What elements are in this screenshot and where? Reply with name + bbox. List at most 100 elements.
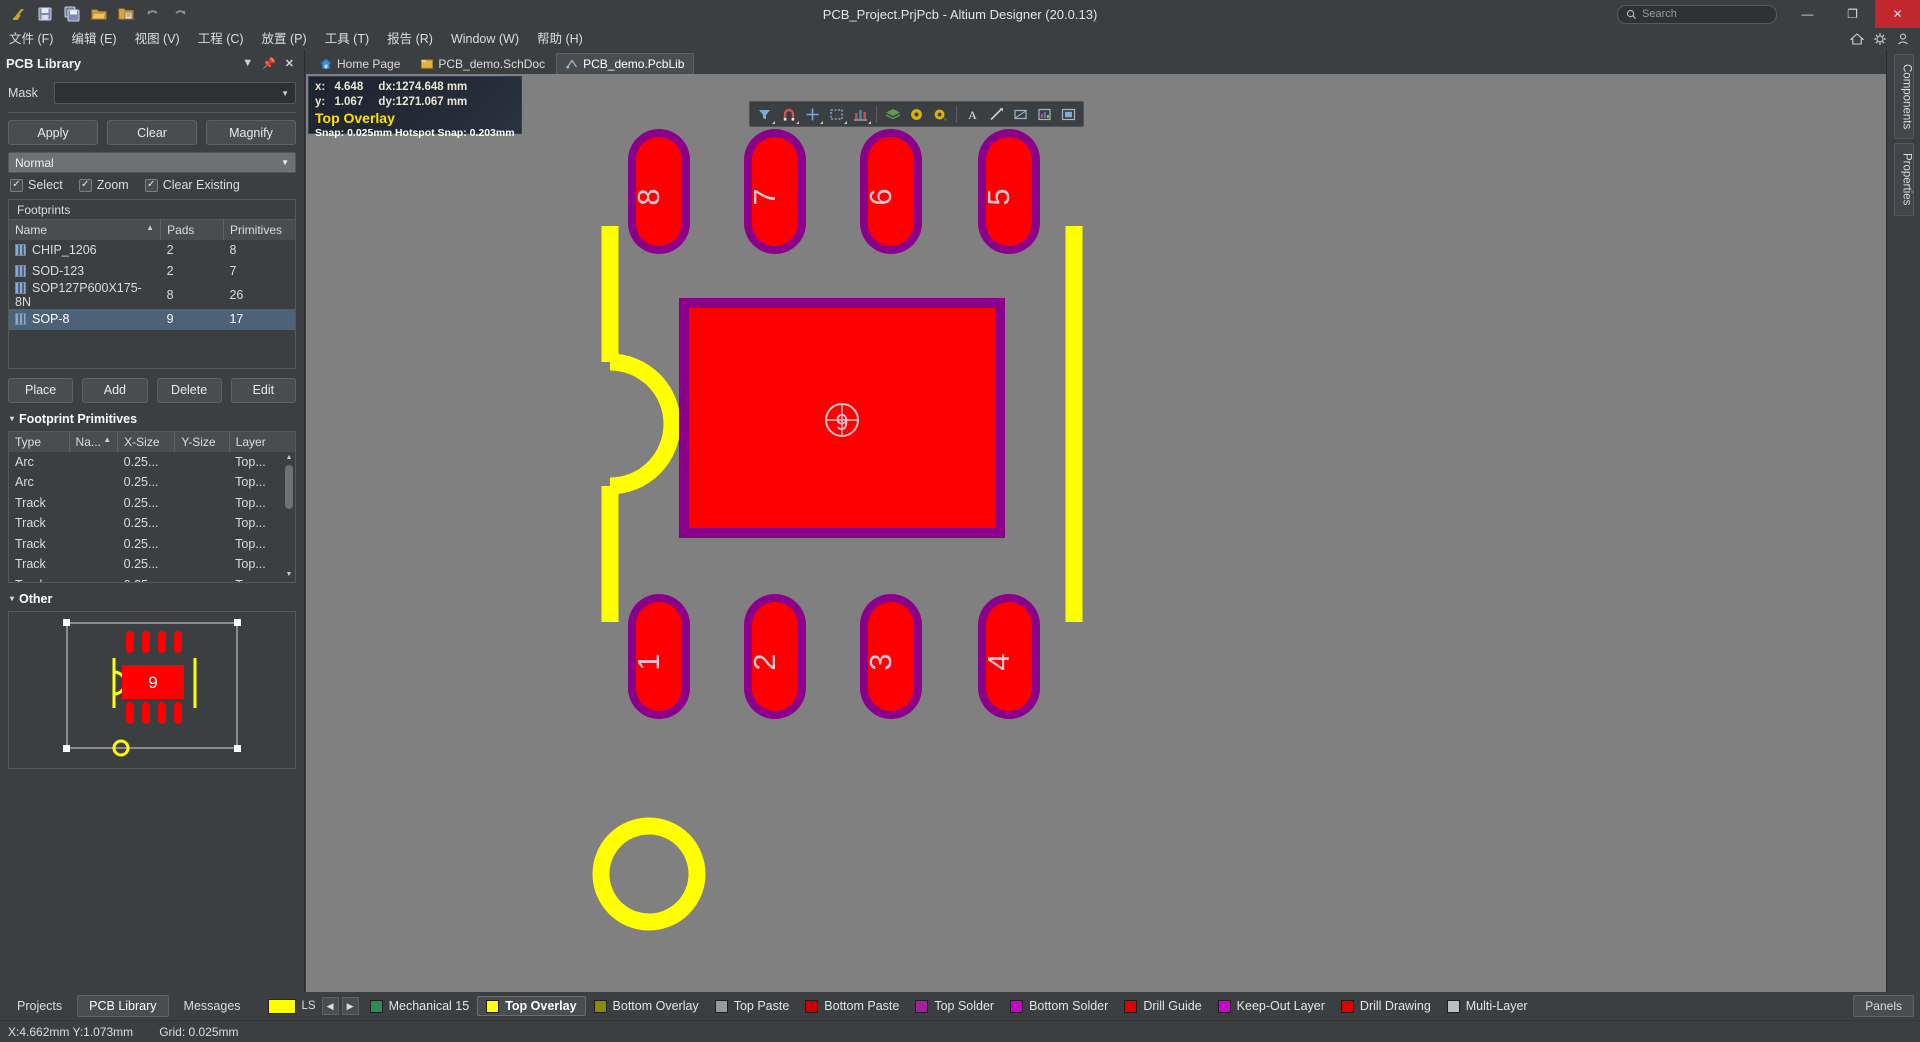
minimize-button[interactable]: — xyxy=(1785,0,1830,28)
delete-button[interactable]: Delete xyxy=(156,377,222,403)
menu-place[interactable]: 放置 (P) xyxy=(253,28,316,50)
gear-icon[interactable] xyxy=(1872,32,1887,47)
dock-tab-components[interactable]: Components xyxy=(1893,54,1914,140)
global-search-input[interactable]: Search xyxy=(1617,4,1777,24)
layer-next-button[interactable]: ▶ xyxy=(341,997,359,1015)
footprint-drawing[interactable]: 8 7 6 5 9 1 2 3 4 xyxy=(306,74,1886,992)
layer-tab-top-overlay[interactable]: Top Overlay xyxy=(477,996,586,1016)
menu-window[interactable]: Window (W) xyxy=(442,28,528,50)
other-section-header[interactable]: ▾ Other xyxy=(10,592,296,606)
layer-tab-top-solder[interactable]: Top Solder xyxy=(907,997,1002,1015)
panel-tab-projects[interactable]: Projects xyxy=(6,995,73,1017)
layer-tab-drill-drawing[interactable]: Drill Drawing xyxy=(1333,997,1439,1015)
layer-tab-keep-out-layer[interactable]: Keep-Out Layer xyxy=(1210,997,1333,1015)
table-row[interactable]: SOP127P600X175-8N 8 26 xyxy=(9,281,295,309)
column-header-ysize[interactable]: Y-Size xyxy=(174,431,230,452)
redo-icon[interactable] xyxy=(168,3,192,25)
table-row[interactable]: CHIP_1206 2 8 xyxy=(9,240,295,261)
layer-tab-top-paste[interactable]: Top Paste xyxy=(707,997,798,1015)
column-header-name[interactable]: Name ▲ xyxy=(9,220,162,240)
clear-button[interactable]: Clear xyxy=(107,120,197,145)
menu-tools[interactable]: 工具 (T) xyxy=(316,28,378,50)
home-icon[interactable] xyxy=(1849,32,1864,47)
altium-logo-icon[interactable] xyxy=(6,3,30,25)
menu-help[interactable]: 帮助 (H) xyxy=(528,28,592,50)
mask-mode-select[interactable]: Normal ▼ xyxy=(8,152,296,173)
primitives-header-row: Type Na... ▲ X-Size Y-Size Layer xyxy=(9,431,295,452)
table-row[interactable]: Arc 0.25... Top... xyxy=(9,472,295,493)
menu-reports[interactable]: 报告 (R) xyxy=(378,28,442,50)
panels-button[interactable]: Panels xyxy=(1853,995,1914,1017)
open-icon[interactable] xyxy=(87,3,111,25)
checkbox-clear-existing[interactable]: ✓ Clear Existing xyxy=(144,178,240,192)
primitives-scrollbar[interactable]: ▲ ▼ xyxy=(284,451,294,581)
edit-button[interactable]: Edit xyxy=(230,377,296,403)
apply-button[interactable]: Apply xyxy=(8,120,98,145)
checkbox-select[interactable]: ✓ Select xyxy=(10,178,63,192)
column-header-pname[interactable]: Na... ▲ xyxy=(69,431,119,452)
layer-tab-bottom-paste[interactable]: Bottom Paste xyxy=(797,997,907,1015)
table-row[interactable]: Track0.25...Top... xyxy=(9,575,295,582)
open-project-icon[interactable] xyxy=(114,3,138,25)
close-button[interactable]: ✕ xyxy=(1875,0,1920,28)
footprints-group-label: Footprints xyxy=(9,200,295,220)
tab-pcb-demo-pcblib[interactable]: PCB_demo.PcbLib xyxy=(556,53,695,74)
chevron-down-icon[interactable]: ▼ xyxy=(281,158,289,167)
add-button[interactable]: Add xyxy=(82,377,148,403)
mask-input[interactable]: ▼ xyxy=(54,82,296,104)
table-row[interactable]: Track0.25...Top... xyxy=(9,534,295,555)
column-header-pads[interactable]: Pads xyxy=(160,220,224,240)
layer-tab-bottom-solder[interactable]: Bottom Solder xyxy=(1002,997,1116,1015)
chevron-down-icon[interactable]: ▼ xyxy=(281,89,289,98)
column-header-layer[interactable]: Layer xyxy=(229,431,295,452)
close-icon[interactable]: ✕ xyxy=(285,57,294,70)
scroll-down-icon[interactable]: ▼ xyxy=(284,569,294,581)
checkbox-zoom[interactable]: ✓ Zoom xyxy=(78,178,129,192)
maximize-button[interactable]: ❐ xyxy=(1830,0,1875,28)
undo-icon[interactable] xyxy=(141,3,165,25)
table-row[interactable]: Track0.25...Top... xyxy=(9,513,295,534)
menu-file[interactable]: 文件 (F) xyxy=(0,28,62,50)
tab-home-page[interactable]: Home Page xyxy=(310,53,411,74)
save-icon[interactable] xyxy=(33,3,57,25)
table-row-selected[interactable]: SOP-8 9 17 xyxy=(9,309,295,330)
layer-set-color-chip[interactable] xyxy=(267,998,296,1014)
layer-tab-multi-layer[interactable]: Multi-Layer xyxy=(1439,997,1536,1015)
layer-prev-button[interactable]: ◀ xyxy=(321,997,339,1015)
save-all-icon[interactable] xyxy=(60,3,84,25)
menu-edit[interactable]: 编辑 (E) xyxy=(62,28,125,50)
pcb-canvas[interactable]: x: 4.648 dx:1274.648 mm y: 1.067 dy:1271… xyxy=(306,74,1886,992)
dock-tab-properties[interactable]: Properties xyxy=(1893,143,1914,216)
menu-project[interactable]: 工程 (C) xyxy=(189,28,253,50)
column-header-primitives[interactable]: Primitives xyxy=(223,220,295,240)
search-icon xyxy=(1626,9,1637,19)
table-row[interactable]: Arc 0.25... Top... xyxy=(9,452,295,473)
column-header-xsize[interactable]: X-Size xyxy=(117,431,176,452)
place-button[interactable]: Place xyxy=(8,377,74,403)
magnify-button[interactable]: Magnify xyxy=(206,120,296,145)
user-icon[interactable] xyxy=(1895,32,1910,47)
menu-view[interactable]: 视图 (V) xyxy=(126,28,189,50)
table-row[interactable]: Track0.25...Top... xyxy=(9,493,295,514)
layer-color-swatch xyxy=(805,999,819,1013)
scrollbar-thumb[interactable] xyxy=(285,464,293,509)
layer-tab-drill-guide[interactable]: Drill Guide xyxy=(1116,997,1209,1015)
table-row[interactable]: SOD-123 2 7 xyxy=(9,261,295,282)
panel-tab-messages[interactable]: Messages xyxy=(173,995,252,1017)
layer-tab-bottom-overlay[interactable]: Bottom Overlay xyxy=(586,997,707,1015)
pin-icon[interactable]: 📌 xyxy=(262,57,276,70)
footprint-icon xyxy=(15,244,26,257)
panel-tab-group: Projects PCB Library Messages xyxy=(0,995,252,1017)
chevron-down-icon[interactable]: ▼ xyxy=(242,57,253,70)
scroll-up-icon[interactable]: ▲ xyxy=(284,452,294,464)
tab-pcb-demo-schdoc[interactable]: PCB_demo.SchDoc xyxy=(411,53,556,74)
footprint-primitives-section-header[interactable]: ▾ Footprint Primitives xyxy=(10,412,296,426)
right-dock: Components Properties xyxy=(1886,50,1920,992)
footprint-preview[interactable]: 9 xyxy=(8,610,296,769)
svg-text:9: 9 xyxy=(836,409,849,435)
column-header-type[interactable]: Type xyxy=(9,431,70,452)
panel-tab-pcb-library[interactable]: PCB Library xyxy=(77,995,169,1017)
footprint-actions: Place Add Delete Edit xyxy=(8,377,296,403)
layer-tab-mechanical-15[interactable]: Mechanical 15 xyxy=(362,997,478,1015)
table-row[interactable]: Track0.25...Top... xyxy=(9,554,295,575)
